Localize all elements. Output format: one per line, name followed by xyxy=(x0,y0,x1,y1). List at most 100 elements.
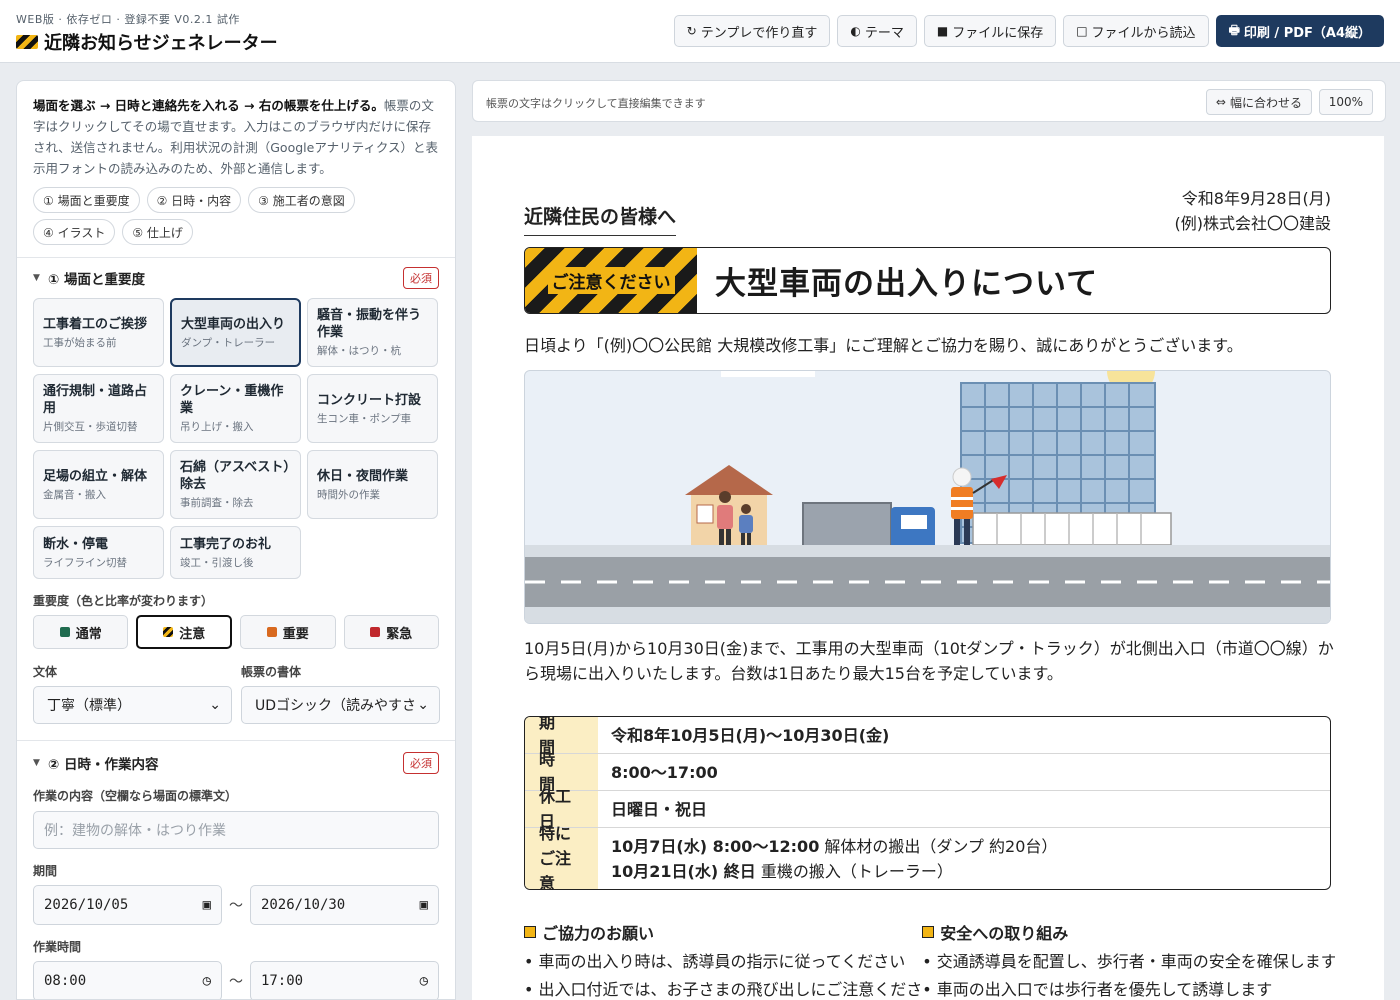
work-input[interactable]: 例：建物の解体・はつり作業 xyxy=(33,811,439,849)
notice-banner: ご注意ください 大型車両の出入りについて xyxy=(524,247,1331,314)
notice-title[interactable]: 大型車両の出入りについて xyxy=(697,258,1098,303)
style-select[interactable]: 丁寧（標準） ⌄ xyxy=(33,686,232,724)
schedule-row: 時 間 8:00〜17:00 xyxy=(525,750,1330,794)
clock-icon[interactable]: ◷ xyxy=(203,973,211,989)
schedule-row: 期 間 令和8年10月5日(月)〜10月30日(金) xyxy=(525,717,1330,757)
notice-date[interactable]: 令和8年9月28日(月) xyxy=(1175,186,1331,211)
schedule-value[interactable]: 8:00〜17:00 xyxy=(598,754,1330,790)
severity-caution-button[interactable]: 注意 xyxy=(136,615,233,649)
severity-swatch xyxy=(59,627,70,637)
settings-panel: 場面を選ぶ → 日時と連絡先を入れる → 右の帳票を仕上げる。帳票の文字はクリッ… xyxy=(16,80,456,1000)
printer-icon: 🖶 xyxy=(1228,22,1240,37)
clock-icon[interactable]: ◷ xyxy=(420,973,428,989)
scene-option[interactable]: コンクリート打設 生コン車・ポンプ車 xyxy=(307,374,438,443)
save-file-button[interactable]: ■ ファイルに保存 xyxy=(923,15,1057,47)
scene-title: 大型車両の出入り xyxy=(181,316,286,332)
refresh-icon: ↻ xyxy=(686,24,697,38)
time-label: 作業時間 xyxy=(33,940,82,954)
caution-tag-text[interactable]: ご注意ください xyxy=(547,267,675,294)
print-pdf-button[interactable]: 🖶 印刷 / PDF（A4縦） xyxy=(1215,15,1384,47)
chevron-down-icon: ⌄ xyxy=(417,697,429,713)
calendar-icon[interactable]: ▣ xyxy=(203,897,211,913)
scene-sub: 生コン車・ポンプ車 xyxy=(317,412,412,425)
date-from-input[interactable]: 2026/10/05 ▣ xyxy=(33,885,223,925)
time-from-input[interactable]: 08:00 ◷ xyxy=(33,961,223,999)
scene-title: 足場の組立・解体 xyxy=(43,468,148,484)
safety-title[interactable]: 安全への取り組み xyxy=(940,920,1068,944)
time-to-input[interactable]: 17:00 ◷ xyxy=(249,961,439,999)
style-field: 文体 丁寧（標準） ⌄ xyxy=(33,663,232,724)
fit-width-button[interactable]: ⇔ 幅に合わせる xyxy=(1205,89,1312,115)
notice-company[interactable]: (例)株式会社〇〇建設 xyxy=(1175,211,1332,236)
safety-item[interactable]: 交通誘導員を配置し、歩行者・車両の安全を確保します xyxy=(922,948,1335,976)
scene-option[interactable]: 工事着工のご挨拶 工事が始まる前 xyxy=(33,298,164,367)
scene-sub: 事前調査・除去 xyxy=(180,497,254,509)
severity-urgent-button[interactable]: 緊急 xyxy=(343,615,439,649)
scene-title: クレーン・重機作業 xyxy=(180,384,284,416)
contrast-icon: ◐ xyxy=(850,24,861,38)
severity-label-text: 緊急 xyxy=(386,626,413,642)
chip-step-4[interactable]: ④ イラスト xyxy=(33,219,116,245)
special-line-1-rest: 解体材の搬出（ダンプ 約20台） xyxy=(819,836,1058,856)
hazard-swatch xyxy=(163,627,174,637)
scene-option[interactable]: 休日・夜間作業 時間外の作業 xyxy=(307,450,438,519)
notice-body[interactable]: 10月5日(月)から10月30日(金)まで、工事用の大型車両（10tダンプ・トラ… xyxy=(524,636,1334,686)
date-to-value: 2026/10/30 xyxy=(260,897,346,913)
scene-option[interactable]: 工事完了のお礼 竣工・引渡し後 xyxy=(170,526,301,579)
scene-option[interactable]: クレーン・重機作業 吊り上げ・搬入 xyxy=(170,374,301,443)
truck-illustration xyxy=(524,370,1331,624)
style-font-row: 文体 丁寧（標準） ⌄ 帳票の書体 UDゴシック（読みやすさ ⌄ xyxy=(17,663,455,724)
notice-paper: 近隣住民の皆様へ 令和8年9月28日(月) (例)株式会社〇〇建設 ご注意くださ… xyxy=(472,136,1384,1000)
scene-option[interactable]: 石綿（アスベスト）除去事前調査・除去 xyxy=(170,450,301,519)
schedule-table: 期 間 令和8年10月5日(月)〜10月30日(金) 時 間 8:00〜17:0… xyxy=(524,716,1331,890)
chip-step-1[interactable]: ① 場面と重要度 xyxy=(33,187,140,213)
scene-title: 石綿（アスベスト）除去 xyxy=(180,460,290,492)
schedule-value[interactable]: 日曜日・祝日 xyxy=(598,791,1330,827)
notice-lead[interactable]: 日頃より「(例)〇〇公民館 大規模改修工事」にご理解とご協力を賜り、誠にありがと… xyxy=(524,332,1243,356)
date-from-value: 2026/10/05 xyxy=(44,897,129,913)
chip-step-2[interactable]: ② 日時・内容 xyxy=(146,187,242,213)
safety-item[interactable]: 車両の出入口では歩行者を優先して誘導します xyxy=(922,976,1335,1000)
scene-grid: 工事着工のご挨拶 工事が始まる前 大型車両の出入り ダンプ・トレーラー 騒音・振動を… xyxy=(17,298,455,579)
load-file-button[interactable]: □ ファイルから読込 xyxy=(1063,15,1209,47)
zoom-button[interactable]: 100% xyxy=(1318,89,1373,115)
app-brand: 近隣お知らせジェネレーター xyxy=(16,29,278,55)
scene-sub: 時間外の作業 xyxy=(317,488,380,501)
scene-option[interactable]: 騒音・振動を伴う作業 解体・はつり・杭 xyxy=(307,298,438,367)
cooperation-item[interactable]: 車両の出入り時は、誘導員の指示に従ってください xyxy=(524,948,922,976)
square-bullet-icon xyxy=(922,926,935,938)
period-label: 期間 xyxy=(33,864,58,878)
hazard-stripe-icon xyxy=(16,35,38,49)
illustration-svg xyxy=(525,371,1330,623)
caret-down-icon: ▼ xyxy=(33,758,40,768)
calendar-icon[interactable]: ▣ xyxy=(420,897,428,913)
cooperation-title[interactable]: ご協力のお願い xyxy=(542,920,654,944)
special-line-2-bold: 10月21日(水) 終日 xyxy=(611,861,756,881)
section-scene-header[interactable]: ▼ ① 場面と重要度 必須 xyxy=(17,258,455,298)
font-select[interactable]: UDゴシック（読みやすさ ⌄ xyxy=(241,686,440,724)
app-subtitle: WEB版 · 依存ゼロ · 登録不要 V0.2.1 試作 xyxy=(16,13,240,26)
date-to-input[interactable]: 2026/10/30 ▣ xyxy=(249,885,439,925)
scene-option[interactable]: 通行規制・道路占用 片側交互・歩道切替 xyxy=(33,374,164,443)
regenerate-template-button[interactable]: ↻ テンプレで作り直す xyxy=(673,15,831,47)
schedule-key[interactable]: 特に ご注意 xyxy=(525,824,598,889)
chip-step-3[interactable]: ③ 施工者の意図 xyxy=(248,187,355,213)
app-header: WEB版 · 依存ゼロ · 登録不要 V0.2.1 試作 近隣お知らせジェネレー… xyxy=(0,0,1400,63)
notice-recipient[interactable]: 近隣住民の皆様へ xyxy=(524,202,677,236)
schedule-value[interactable]: 10月7日(水) 8:00〜12:00 解体材の搬出（ダンプ 約20台） 10月… xyxy=(598,828,1330,889)
period-row: 2026/10/05 ▣ 〜 2026/10/30 ▣ xyxy=(17,885,455,925)
theme-button[interactable]: ◐ テーマ xyxy=(837,15,917,47)
scene-option-selected[interactable]: 大型車両の出入り ダンプ・トレーラー xyxy=(170,298,301,367)
safety-list: 交通誘導員を配置し、歩行者・車両の安全を確保します 車両の出入口では歩行者を優先… xyxy=(922,948,1335,1000)
scene-option[interactable]: 断水・停電 ライフライン切替 xyxy=(33,526,164,579)
schedule-value[interactable]: 令和8年10月5日(月)〜10月30日(金) xyxy=(598,717,1330,753)
scene-option[interactable]: 足場の組立・解体 金属音・搬入 xyxy=(33,450,164,519)
chip-step-5[interactable]: ⑤ 仕上げ xyxy=(122,219,193,245)
severity-important-button[interactable]: 重要 xyxy=(240,615,336,649)
section-datetime-header[interactable]: ▼ ② 日時・作業内容 必須 xyxy=(17,743,455,783)
severity-normal-button[interactable]: 通常 xyxy=(33,615,129,649)
cooperation-column: ご協力のお願い 車両の出入り時は、誘導員の指示に従ってください 出入口付近では、… xyxy=(524,920,922,1000)
cooperation-item[interactable]: 出入口付近では、お子さまの飛び出しにご注意くださ xyxy=(524,976,923,1000)
time-row: 08:00 ◷ 〜 17:00 ◷ xyxy=(17,961,455,999)
safety-heading: 安全への取り組み xyxy=(922,920,1335,944)
